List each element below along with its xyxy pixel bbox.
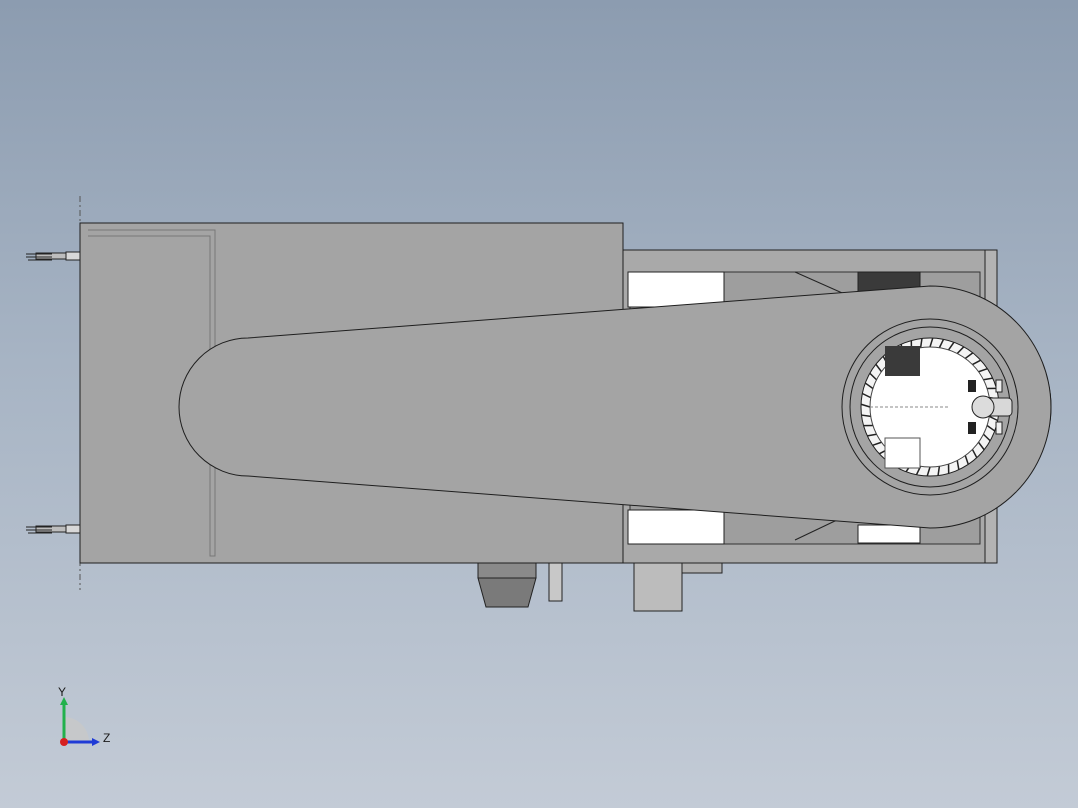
handle-top bbox=[26, 251, 81, 261]
coordinate-triad: Y Z bbox=[50, 685, 120, 755]
lower-pin bbox=[548, 562, 563, 602]
x-axis-dot bbox=[60, 738, 68, 746]
y-axis-label: Y bbox=[58, 685, 67, 699]
z-axis-label: Z bbox=[103, 731, 111, 745]
model-viewport[interactable] bbox=[0, 0, 1078, 808]
handle-bottom bbox=[26, 524, 81, 534]
lower-cone bbox=[477, 562, 537, 608]
